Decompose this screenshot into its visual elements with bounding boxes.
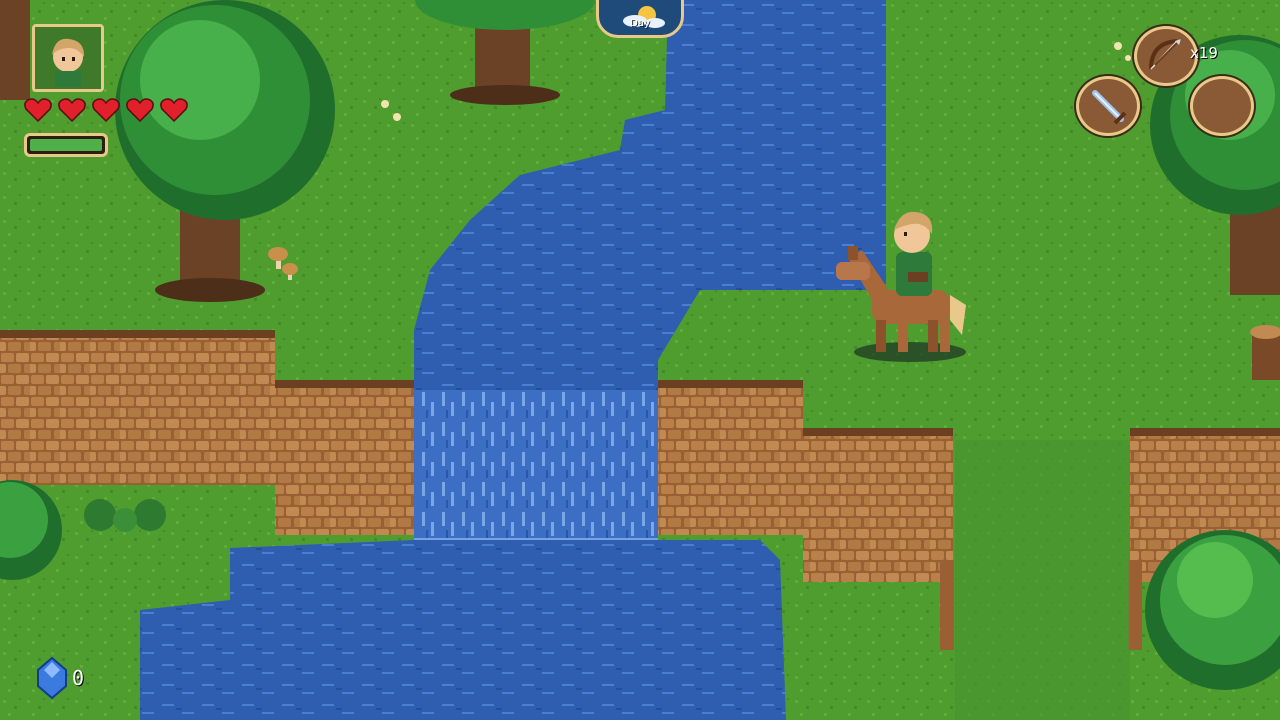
heart-icon — [58, 98, 86, 122]
heart-icon — [92, 98, 120, 122]
cliff-left — [0, 335, 275, 485]
crystal-gem-icon — [37, 656, 67, 700]
arrow-count: x19 — [1190, 44, 1218, 62]
health-hearts — [24, 98, 188, 122]
cliff-right — [658, 385, 803, 535]
river-lower-pool — [140, 540, 786, 720]
bow-icon — [1149, 38, 1182, 70]
heart-icon — [160, 98, 188, 122]
sword-slot[interactable] — [1076, 76, 1140, 136]
time-of-day-label: Day — [630, 18, 650, 29]
sword-icon — [1092, 90, 1127, 125]
waterfall — [414, 390, 658, 545]
cliff-right-step — [803, 432, 953, 582]
time-of-day-indicator: Day — [596, 0, 684, 38]
tree-stump — [1250, 325, 1280, 380]
stamina-bar — [24, 133, 108, 157]
bow-slot[interactable] — [1134, 26, 1198, 86]
heart-icon — [24, 98, 52, 122]
empty-item-slot[interactable] — [1190, 76, 1254, 136]
player-portrait — [32, 24, 104, 92]
stamina-fill — [30, 139, 102, 151]
heart-icon — [126, 98, 154, 122]
tree-corner-left — [0, 0, 30, 100]
avatar — [35, 27, 101, 89]
gem-count: 0 — [72, 666, 85, 690]
cliff-left-step — [275, 385, 414, 535]
